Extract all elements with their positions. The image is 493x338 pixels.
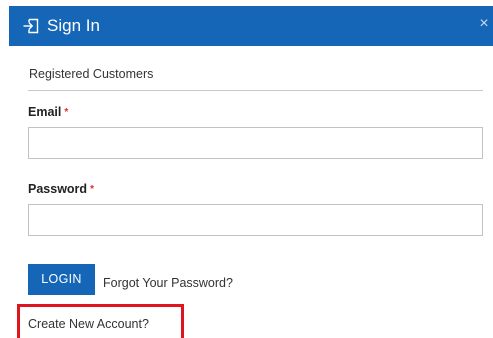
modal-title: Sign In (47, 16, 100, 35)
close-icon[interactable]: × (477, 16, 491, 32)
password-input[interactable] (28, 204, 483, 236)
required-marker: * (90, 184, 94, 195)
required-marker: * (64, 107, 69, 118)
sign-in-modal: Sign In × Registered Customers Email * Pa… (0, 0, 493, 338)
create-account-link[interactable]: Create New Account? (28, 317, 149, 331)
divider (28, 90, 483, 91)
section-title: Registered Customers (29, 67, 154, 81)
forgot-password-link[interactable]: Forgot Your Password? (103, 276, 233, 290)
password-label: Password * (28, 182, 94, 196)
email-input[interactable] (28, 127, 483, 159)
modal-header: Sign In × (9, 6, 493, 46)
sign-in-icon (22, 17, 40, 35)
email-label: Email * (28, 105, 68, 119)
login-button[interactable]: LOGIN (28, 264, 95, 295)
password-label-text: Password (28, 182, 88, 196)
email-label-text: Email (28, 105, 62, 119)
